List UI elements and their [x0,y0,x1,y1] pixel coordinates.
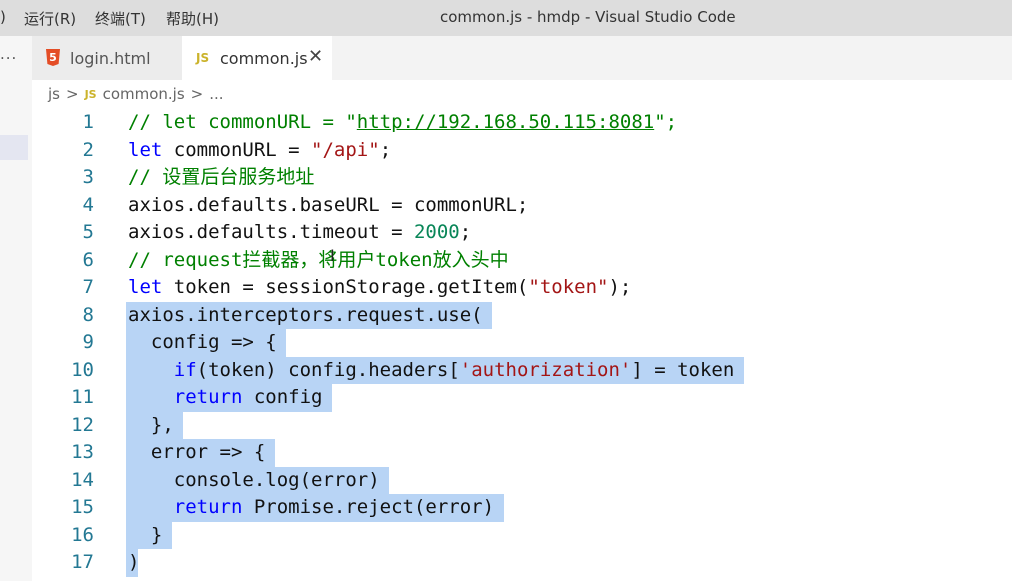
line-number: 3 [82,166,94,188]
breadcrumb: js > JS common.js > ... [48,85,224,103]
close-icon[interactable]: ✕ [308,46,323,67]
code-line[interactable]: 17) [32,549,1012,577]
line-number: 7 [82,276,94,298]
code-text[interactable]: axios.defaults.baseURL = commonURL; [128,192,528,220]
tab-label: common.js [220,49,308,68]
code-text[interactable]: error => { [128,439,265,467]
line-number: 13 [71,441,94,463]
breadcrumb-file[interactable]: common.js [103,85,185,103]
breadcrumb-more[interactable]: ... [209,85,223,103]
code-line[interactable]: 8 axios.interceptors.request.use( [32,301,1012,330]
code-text[interactable]: console.log(error) [128,467,380,495]
menu-item-terminal[interactable]: 终端(T) [95,8,146,29]
line-number: 17 [71,551,94,573]
code-line[interactable]: 9 config => { [32,329,1012,357]
code-text[interactable]: // request拦截器，将用户token放入头中 [128,247,509,275]
code-line[interactable]: 14 console.log(error) [32,466,1012,495]
menu-item-partial[interactable]: ) [0,8,6,26]
html5-icon: 5 [46,49,60,66]
code-text[interactable]: return config [128,384,323,412]
activity-bar [0,36,32,581]
code-text[interactable]: } [128,522,162,550]
code-text[interactable]: axios.interceptors.request.use( [128,302,483,330]
code-text[interactable]: ) [128,549,139,577]
line-number: 16 [71,523,94,546]
js-icon: JS [196,51,210,65]
text-cursor-icon: I [330,246,335,265]
code-text[interactable]: config => { [128,329,277,357]
code-line[interactable]: 1 // let commonURL = "http://192.168.50.1… [32,109,1012,137]
code-text[interactable]: axios.defaults.timeout = 2000; [128,219,471,247]
code-line[interactable]: 7 let token = sessionStorage.getItem("tok… [32,274,1012,302]
line-number: 6 [82,248,94,271]
js-file-icon: JS [84,87,97,101]
code-text[interactable]: let token = sessionStorage.getItem("toke… [128,274,631,302]
code-text[interactable]: return Promise.reject(error) [128,494,494,522]
line-number: 8 [82,303,94,326]
line-number: 15 [71,496,94,518]
code-editor[interactable]: 1 // let commonURL = "http://192.168.50.1… [32,106,1012,581]
code-line[interactable]: 3 // 设置后台服务地址 [32,164,1012,192]
code-line[interactable]: 12 }, [32,411,1012,440]
line-number: 11 [71,386,94,408]
code-text[interactable]: // let commonURL = "http://192.168.50.11… [128,109,677,137]
chevron-right-icon: > [65,85,79,103]
code-line[interactable]: 11 return config [32,384,1012,412]
code-line[interactable]: 10 if(token) config.headers['authorizati… [32,356,1012,385]
code-text[interactable]: if(token) config.headers['authorization'… [128,357,735,385]
tab-label: login.html [70,49,151,68]
line-number: 1 [82,111,94,133]
menu-item-help[interactable]: 帮助(H) [166,8,219,29]
code-line[interactable]: 4 axios.defaults.baseURL = commonURL; [32,192,1012,220]
code-text[interactable]: let commonURL = "/api"; [128,137,391,165]
breadcrumb-folder[interactable]: js [48,85,60,103]
code-line[interactable]: 6 // request拦截器，将用户token放入头中 [32,247,1012,275]
code-line[interactable]: 15 return Promise.reject(error) [32,494,1012,522]
code-text[interactable]: // 设置后台服务地址 [128,164,314,192]
more-actions-icon[interactable]: ... [0,45,17,63]
line-number: 14 [71,468,94,491]
code-line[interactable]: 5 axios.defaults.timeout = 2000; [32,219,1012,247]
code-line[interactable]: 2 let commonURL = "/api"; [32,137,1012,165]
menu-item-run[interactable]: 运行(R) [24,8,76,29]
activity-item-selected[interactable] [0,135,28,160]
code-line[interactable]: 16 } [32,521,1012,550]
tab-login-html[interactable]: 5 login.html [32,36,182,80]
chevron-right-icon: > [190,85,204,103]
code-text[interactable]: }, [128,412,174,440]
line-number: 4 [82,193,94,216]
line-number: 2 [82,138,94,161]
tab-common-js[interactable]: JS common.js ✕ [182,36,332,80]
line-number: 10 [71,358,94,381]
line-number: 12 [71,413,94,436]
code-line[interactable]: 13 error => { [32,439,1012,467]
title-bar: ) 运行(R) 终端(T) 帮助(H) common.js - hmdp - V… [0,0,1012,36]
window-title: common.js - hmdp - Visual Studio Code [440,8,736,26]
line-number: 5 [82,221,94,243]
line-number: 9 [82,331,94,353]
